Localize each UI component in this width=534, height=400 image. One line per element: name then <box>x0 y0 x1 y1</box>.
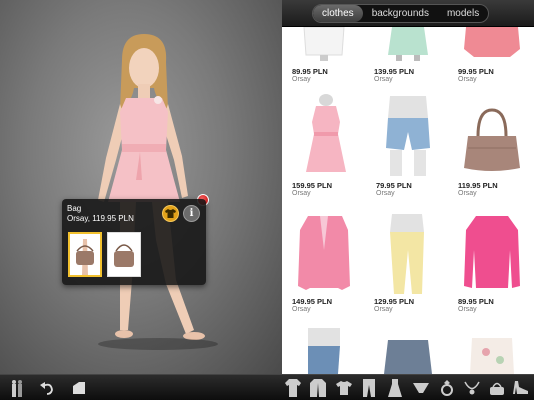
item-price: 149.95 PLN <box>292 297 333 306</box>
clothes-catalog: 89.95 PLN Orsay 139.95 PLN Orsay 99.95 P… <box>282 0 534 374</box>
undo-icon[interactable] <box>38 379 56 397</box>
item-price: 99.95 PLN <box>458 67 494 76</box>
outfit-icon[interactable] <box>284 379 302 397</box>
item-brand: Orsay <box>374 76 393 83</box>
white-blouse-image <box>303 27 345 61</box>
item-brand: Orsay <box>458 76 477 83</box>
catalog-item-mint-dress[interactable]: 139.95 PLN Orsay <box>366 27 450 87</box>
item-brand: Orsay <box>458 306 477 313</box>
catalog-item-pink-top[interactable]: 99.95 PLN Orsay <box>450 27 534 87</box>
necklace-icon[interactable] <box>463 379 481 397</box>
catalog-item-floral-top[interactable] <box>450 328 534 374</box>
tab-backgrounds[interactable]: backgrounds <box>363 5 438 22</box>
tshirt-icon <box>165 209 176 218</box>
catalog-item-grey-blouse[interactable] <box>366 328 450 374</box>
fitting-room-stage: Bag Orsay, 119.95 PLN i <box>0 0 282 374</box>
item-popup: Bag Orsay, 119.95 PLN i <box>62 199 206 285</box>
pink-blazer-image <box>298 216 350 290</box>
dress-icon[interactable] <box>386 379 404 397</box>
handbag-icon[interactable] <box>488 379 506 397</box>
brown-bag-image <box>464 108 520 171</box>
catalog-header: clothes backgrounds models <box>282 0 534 27</box>
item-price: 159.95 PLN <box>292 181 333 190</box>
mint-dress-image <box>388 27 428 61</box>
trousers-icon[interactable] <box>360 379 378 397</box>
item-brand: Orsay <box>458 190 477 197</box>
catalog-item-pink-blazer[interactable]: 149.95 PLN Orsay <box>282 210 366 316</box>
ring-icon[interactable] <box>438 379 456 397</box>
tab-clothes[interactable]: clothes <box>313 5 363 22</box>
catalog-item-brown-bag[interactable]: 119.95 PLN Orsay <box>450 92 534 198</box>
denim-shorts-image <box>386 96 430 176</box>
model-figure[interactable] <box>60 30 240 360</box>
item-brand: Orsay <box>292 306 311 313</box>
popup-title: Bag <box>67 204 82 213</box>
eraser-icon[interactable] <box>70 379 88 397</box>
item-brand: Orsay <box>376 190 395 197</box>
handbag-on-model-icon <box>76 238 94 275</box>
pink-dress-image <box>306 94 346 172</box>
pink-top-image <box>464 27 520 57</box>
yellow-trousers-image <box>390 214 424 294</box>
item-brand: Orsay <box>292 190 311 197</box>
pink-shirt-image <box>464 216 520 288</box>
item-price: 129.95 PLN <box>374 297 415 306</box>
handbag-icon <box>114 243 134 267</box>
item-price: 89.95 PLN <box>458 297 494 306</box>
item-price: 139.95 PLN <box>374 67 415 76</box>
item-brand: Orsay <box>292 76 311 83</box>
catalog-item-yellow-trousers[interactable]: 129.95 PLN Orsay <box>366 210 450 316</box>
jacket-icon[interactable] <box>309 379 327 397</box>
item-price: 79.95 PLN <box>376 181 412 190</box>
jeans-image <box>308 328 340 374</box>
info-button[interactable]: i <box>183 205 200 222</box>
tab-models[interactable]: models <box>438 5 488 22</box>
catalog-item-white-blouse[interactable]: 89.95 PLN Orsay <box>282 27 366 87</box>
variant-thumb[interactable] <box>107 232 141 277</box>
category-segmented-control: clothes backgrounds models <box>312 4 490 23</box>
popup-subtitle: Orsay, 119.95 PLN <box>67 214 134 223</box>
underwear-icon[interactable] <box>412 379 430 397</box>
bottom-toolbar <box>0 374 534 400</box>
catalog-item-denim-shorts[interactable]: 79.95 PLN Orsay <box>366 92 450 198</box>
variant-thumb-selected[interactable] <box>68 232 102 277</box>
grey-blouse-image <box>384 340 432 374</box>
item-price: 89.95 PLN <box>292 67 328 76</box>
shoe-icon[interactable] <box>512 379 530 397</box>
wear-item-button[interactable] <box>162 205 179 222</box>
models-icon[interactable] <box>8 379 26 397</box>
catalog-item-jeans[interactable] <box>282 328 366 374</box>
item-brand: Orsay <box>374 306 393 313</box>
floral-top-image <box>470 338 514 374</box>
catalog-item-pink-shirt[interactable]: 89.95 PLN Orsay <box>450 210 534 316</box>
catalog-item-pink-dress[interactable]: 159.95 PLN Orsay <box>282 92 366 198</box>
tshirt-icon[interactable] <box>335 379 353 397</box>
item-price: 119.95 PLN <box>458 181 498 190</box>
